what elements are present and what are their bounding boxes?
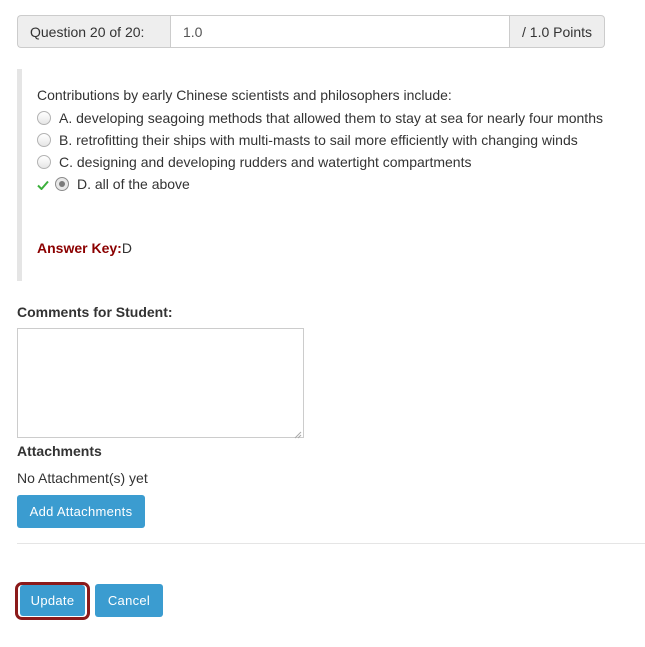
answer-c-label: C. designing and developing rudders and … xyxy=(59,154,472,170)
answer-key-value: D xyxy=(121,240,132,256)
answer-a-radio xyxy=(37,111,51,125)
answer-key-label: Answer Key: xyxy=(37,240,122,256)
score-input-group: Question 20 of 20: / 1.0 Points xyxy=(17,15,605,48)
divider xyxy=(17,543,645,544)
answer-key: Answer Key:D xyxy=(37,240,132,256)
answer-b-radio xyxy=(37,133,51,147)
update-button[interactable]: Update xyxy=(20,585,85,616)
answer-a-label: A. developing seagoing methods that allo… xyxy=(59,110,603,126)
answer-option-d: D. all of the above xyxy=(55,174,190,194)
comments-textarea[interactable] xyxy=(17,328,304,438)
resize-grip-icon[interactable] xyxy=(292,426,302,439)
correct-check-icon xyxy=(37,178,49,192)
question-block: Contributions by early Chinese scientist… xyxy=(17,69,627,281)
no-attachments-text: No Attachment(s) yet xyxy=(17,470,148,486)
answer-d-label: D. all of the above xyxy=(77,176,190,192)
score-input[interactable] xyxy=(170,15,510,48)
comments-label: Comments for Student: xyxy=(17,304,173,320)
points-label: / 1.0 Points xyxy=(510,15,605,48)
question-number-label: Question 20 of 20: xyxy=(17,15,170,48)
answer-option-b: B. retrofitting their ships with multi-m… xyxy=(37,130,578,150)
question-number-text: Question 20 of 20: xyxy=(30,23,145,40)
question-text: Contributions by early Chinese scientist… xyxy=(37,87,452,103)
answer-option-c: C. designing and developing rudders and … xyxy=(37,152,471,172)
cancel-button[interactable]: Cancel xyxy=(95,584,163,617)
answer-option-a: A. developing seagoing methods that allo… xyxy=(37,108,603,128)
answer-b-label: B. retrofitting their ships with multi-m… xyxy=(59,132,578,148)
answer-c-radio xyxy=(37,155,51,169)
points-text: / 1.0 Points xyxy=(522,23,593,40)
attachments-title: Attachments xyxy=(17,443,102,459)
answer-d-radio xyxy=(55,177,69,191)
add-attachments-button[interactable]: Add Attachments xyxy=(17,495,145,528)
